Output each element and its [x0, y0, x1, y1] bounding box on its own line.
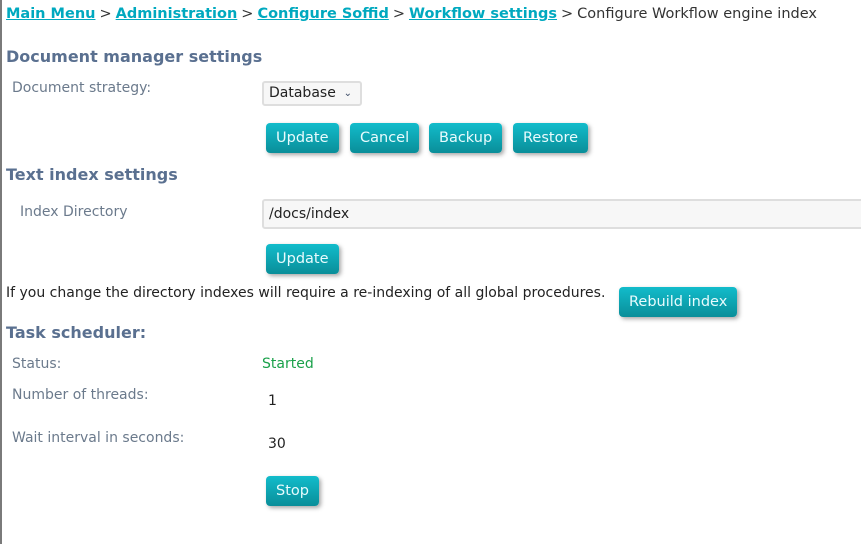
- restore-button[interactable]: Restore: [513, 123, 589, 153]
- document-strategy-value: Database: [269, 85, 336, 101]
- text-index-heading: Text index settings: [6, 165, 178, 184]
- cancel-button[interactable]: Cancel: [350, 123, 420, 153]
- reindex-warning-message: If you change the directory indexes will…: [6, 285, 606, 301]
- breadcrumb-current: Configure Workflow engine index: [577, 6, 817, 22]
- wait-interval-label: Wait interval in seconds:: [12, 430, 185, 446]
- threads-label: Number of threads:: [12, 387, 149, 403]
- update-document-button[interactable]: Update: [266, 123, 339, 153]
- threads-value: 1: [268, 393, 277, 409]
- index-directory-input[interactable]: [262, 199, 861, 229]
- status-label: Status:: [12, 356, 62, 372]
- wait-interval-value: 30: [268, 436, 286, 452]
- breadcrumb-separator: >: [241, 6, 254, 22]
- backup-button[interactable]: Backup: [429, 123, 503, 153]
- rebuild-index-button[interactable]: Rebuild index: [619, 287, 738, 317]
- chevron-down-icon: ⌄: [343, 88, 352, 99]
- breadcrumb: Main Menu > Administration > Configure Soffi…: [6, 6, 817, 22]
- page-left-border: [0, 0, 2, 544]
- breadcrumb-main-menu[interactable]: Main Menu: [6, 6, 95, 22]
- breadcrumb-separator: >: [392, 6, 405, 22]
- breadcrumb-separator: >: [99, 6, 112, 22]
- task-scheduler-heading: Task scheduler:: [6, 323, 147, 342]
- document-strategy-label: Document strategy:: [12, 80, 152, 96]
- breadcrumb-workflow-settings[interactable]: Workflow settings: [409, 6, 557, 22]
- document-manager-heading: Document manager settings: [6, 47, 263, 66]
- update-index-button[interactable]: Update: [266, 244, 339, 274]
- stop-button[interactable]: Stop: [266, 476, 319, 506]
- document-strategy-select[interactable]: Database ⌄: [262, 81, 362, 106]
- status-value: Started: [262, 356, 314, 372]
- breadcrumb-separator: >: [561, 6, 574, 22]
- breadcrumb-configure-soffid[interactable]: Configure Soffid: [257, 6, 388, 22]
- breadcrumb-administration[interactable]: Administration: [116, 6, 238, 22]
- index-directory-label: Index Directory: [20, 204, 128, 220]
